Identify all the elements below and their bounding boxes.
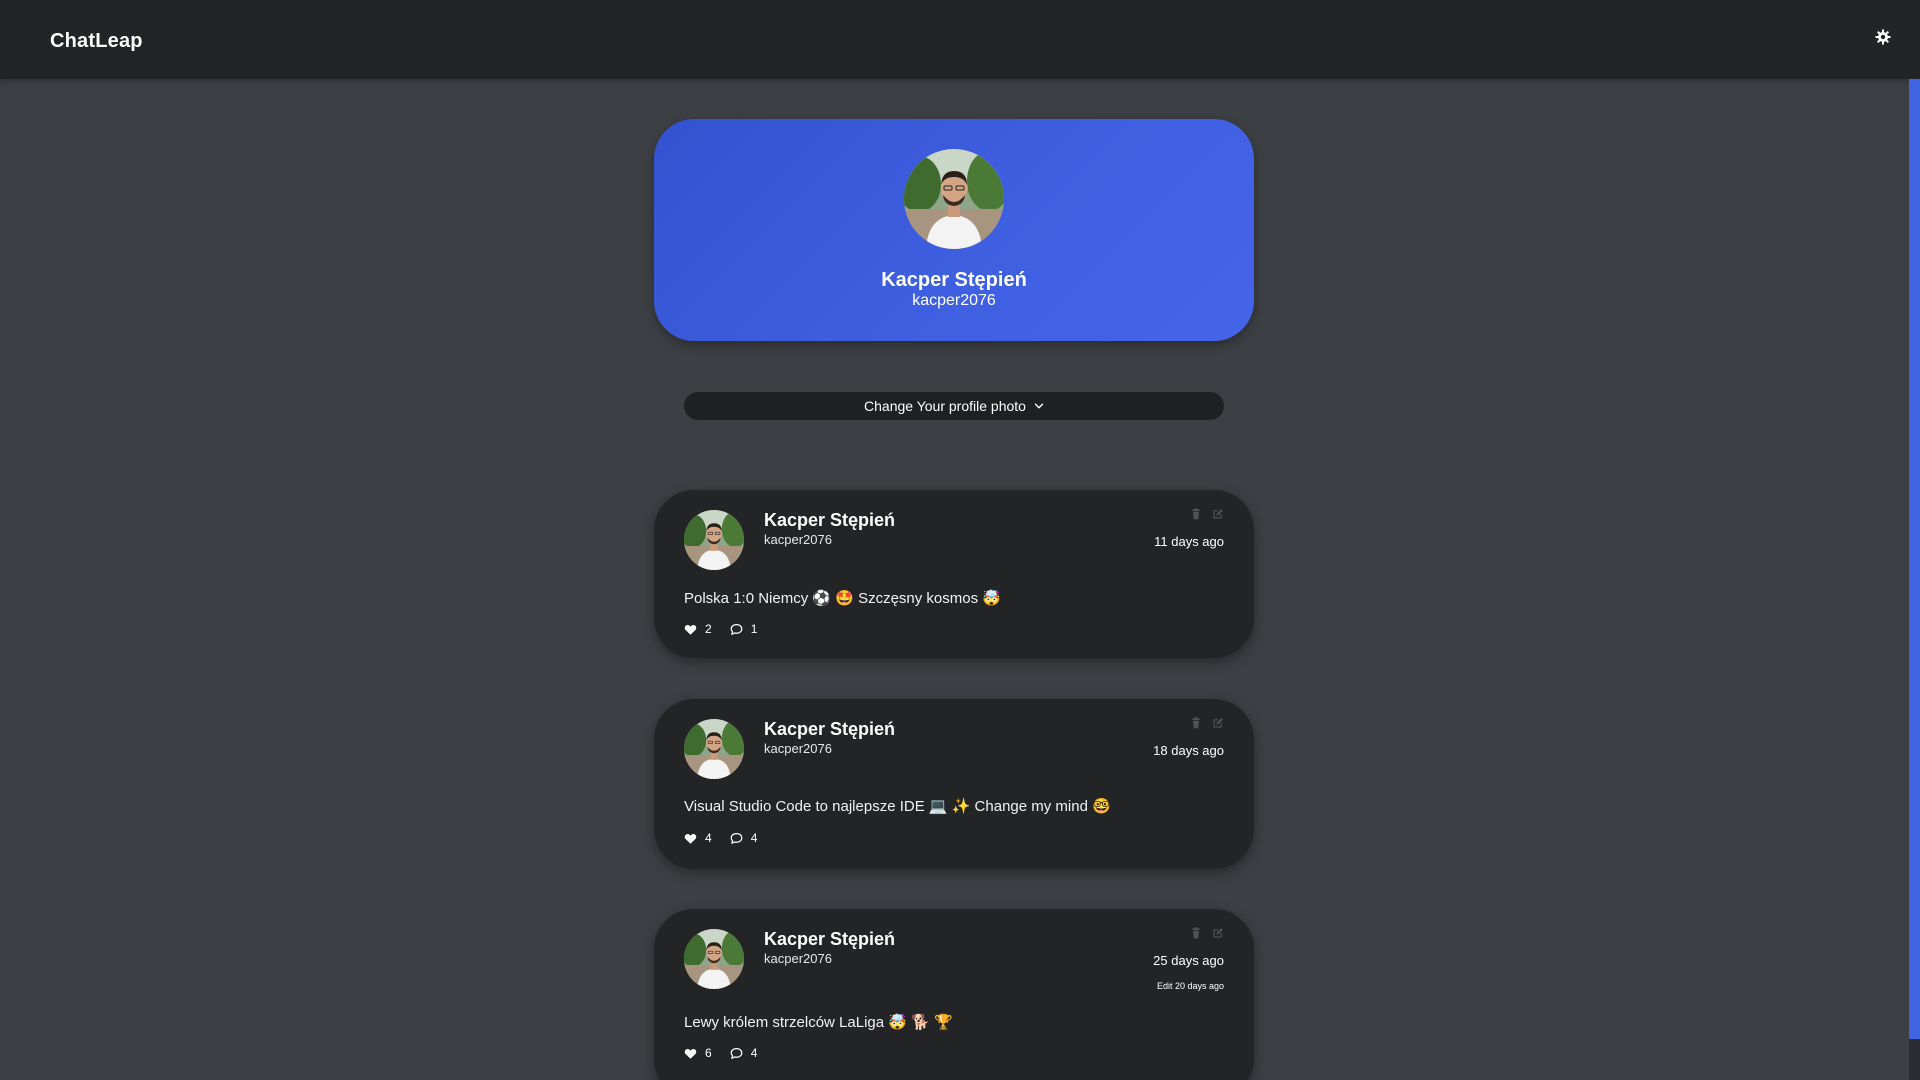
post-author[interactable]: Kacper Stępień [764, 719, 895, 740]
comment-button[interactable]: 1 [730, 622, 758, 636]
post-content: Visual Studio Code to najlepsze IDE 💻 ✨ … [684, 798, 1111, 815]
post-handle: kacper2076 [764, 741, 832, 756]
avatar[interactable] [684, 929, 744, 989]
comment-count: 1 [750, 622, 758, 636]
top-bar: ChatLeap [0, 0, 1920, 79]
post-handle: kacper2076 [764, 951, 832, 966]
settings-button[interactable] [1872, 26, 1894, 48]
edit-icon [1212, 927, 1224, 939]
change-profile-photo-dropdown[interactable]: Change Your profile photo [684, 392, 1224, 420]
comment-button[interactable]: 4 [730, 1046, 758, 1060]
like-button[interactable]: 2 [684, 622, 712, 636]
post-author[interactable]: Kacper Stępień [764, 510, 895, 531]
comment-icon [730, 832, 743, 845]
trash-icon [1190, 927, 1202, 939]
like-button[interactable]: 6 [684, 1046, 712, 1060]
heart-icon [684, 623, 697, 636]
edit-post-button[interactable] [1212, 927, 1224, 939]
profile-name: Kacper Stępień [881, 269, 1027, 291]
app-title[interactable]: ChatLeap [50, 30, 143, 53]
avatar[interactable] [684, 510, 744, 570]
like-count: 6 [705, 1046, 712, 1060]
trash-icon [1190, 508, 1202, 520]
like-count: 4 [705, 831, 712, 845]
comment-button[interactable]: 4 [730, 831, 758, 845]
delete-post-button[interactable] [1190, 927, 1202, 939]
post-timestamp: 11 days ago [1154, 534, 1224, 549]
chevron-down-icon [1034, 403, 1044, 409]
like-count: 2 [705, 622, 712, 636]
post-author[interactable]: Kacper Stępień [764, 929, 895, 950]
post-card: Kacper Stępień kacper2076 11 days ago Po… [654, 490, 1254, 658]
comment-icon [730, 1047, 743, 1060]
profile-avatar [904, 149, 1004, 249]
comment-count: 4 [750, 831, 758, 845]
scrollbar-thumb[interactable] [1909, 79, 1920, 1039]
post-handle: kacper2076 [764, 532, 832, 547]
avatar[interactable] [684, 719, 744, 779]
delete-post-button[interactable] [1190, 508, 1202, 520]
like-button[interactable]: 4 [684, 831, 712, 845]
heart-icon [684, 832, 697, 845]
profile-handle: kacper2076 [912, 292, 996, 309]
heart-icon [684, 1047, 697, 1060]
edit-icon [1212, 508, 1224, 520]
gear-icon [1875, 29, 1891, 45]
comment-count: 4 [750, 1046, 758, 1060]
post-timestamp: 25 days ago [1153, 953, 1224, 968]
post-card: Kacper Stępień kacper2076 18 days ago Vi… [654, 699, 1254, 869]
edit-post-button[interactable] [1212, 508, 1224, 520]
profile-card: Kacper Stępień kacper2076 [654, 119, 1254, 341]
post-card: Kacper Stępień kacper2076 25 days ago Ed… [654, 909, 1254, 1080]
comment-icon [730, 623, 743, 636]
post-content: Polska 1:0 Niemcy ⚽ 🤩 Szczęsny kosmos 🤯 [684, 590, 1001, 607]
change-profile-photo-label: Change Your profile photo [864, 398, 1026, 414]
edit-post-button[interactable] [1212, 717, 1224, 729]
post-edited-label: Edit 20 days ago [1156, 981, 1224, 991]
post-timestamp: 18 days ago [1153, 743, 1224, 758]
delete-post-button[interactable] [1190, 717, 1202, 729]
trash-icon [1190, 717, 1202, 729]
edit-icon [1212, 717, 1224, 729]
post-content: Lewy królem strzelców LaLiga 🤯 🐕 🏆 [684, 1014, 953, 1031]
page-scrollbar[interactable] [1909, 79, 1920, 1080]
